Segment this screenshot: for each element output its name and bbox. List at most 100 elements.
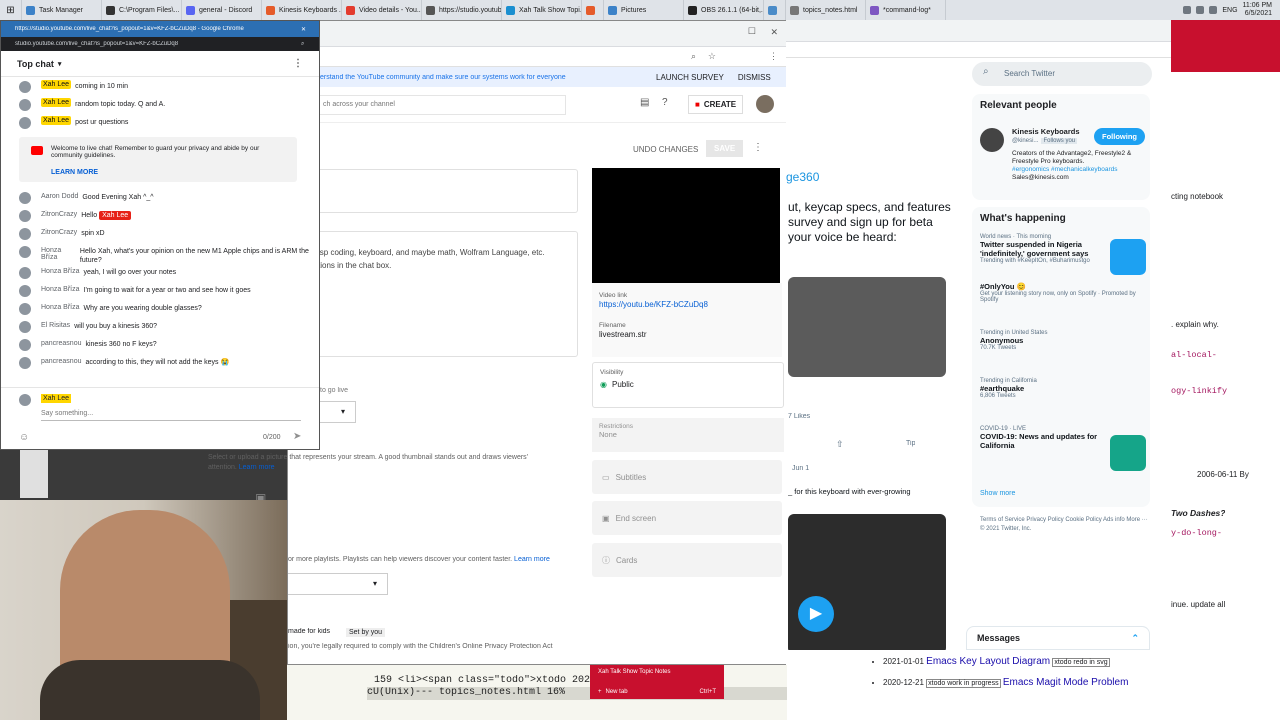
twitter-urlbar[interactable] xyxy=(786,42,1171,58)
chat-author[interactable]: ZitronCrazy xyxy=(41,211,77,218)
following-button[interactable]: Following xyxy=(1094,128,1145,145)
kinesis-link[interactable]: ge360 xyxy=(786,170,819,184)
trend-item[interactable]: World news · This morning Twitter suspend… xyxy=(972,230,1110,278)
save-button[interactable]: SAVE xyxy=(706,140,744,157)
likes-count[interactable]: 7 Likes xyxy=(788,413,810,420)
taskbar-item[interactable]: topics_notes.html xyxy=(786,0,866,20)
chat-author[interactable]: Xah Lee xyxy=(41,98,72,107)
thumbnail-help: Select or upload a picture that represen… xyxy=(208,454,529,471)
tray-icon[interactable] xyxy=(1183,6,1192,14)
video-preview[interactable] xyxy=(592,168,780,283)
chat-author[interactable]: ZitronCrazy xyxy=(41,229,77,236)
chat-author[interactable]: Honza Bříza xyxy=(41,304,80,311)
maximize-icon[interactable]: ☐ xyxy=(748,26,756,37)
taskbar-item[interactable]: C:\Program Files\... xyxy=(102,0,182,20)
taskbar-item[interactable]: OBS 26.1.1 (64-bit,... xyxy=(684,0,764,20)
top-chat-dropdown[interactable]: Top chat xyxy=(17,59,54,69)
taskbar-item[interactable]: general - Discord xyxy=(182,0,262,20)
trend-item[interactable]: COVID-19 · LIVE COVID-19: News and update… xyxy=(972,422,1110,470)
chat-message: pancreasnou according to this, they will … xyxy=(1,355,319,373)
composer-author: Xah Lee xyxy=(41,394,72,403)
subtitles-button[interactable]: ▭ Subtitles xyxy=(592,460,782,494)
show-more-link[interactable]: Show more xyxy=(980,490,1015,497)
banner-text: erstand the YouTube community and make s… xyxy=(320,73,566,81)
message-icon[interactable]: ▤ xyxy=(640,97,649,108)
topic-link[interactable]: Emacs Magit Mode Problem xyxy=(1003,677,1129,688)
kinesis-avatar[interactable] xyxy=(980,128,1004,152)
dropdown-arrow-icon[interactable]: ▾ xyxy=(58,60,62,68)
chat-author[interactable]: Xah Lee xyxy=(41,80,72,89)
tray-icon[interactable] xyxy=(1196,6,1205,14)
tray-icon[interactable] xyxy=(1209,6,1218,14)
desktop-icon[interactable] xyxy=(20,450,48,498)
taskbar-item[interactable]: Pictures xyxy=(604,0,684,20)
description-field[interactable]: isp coding, keyboard, and maybe math, Wo… xyxy=(288,231,578,357)
more-icon[interactable]: ⋮ xyxy=(769,51,778,62)
trend-item[interactable]: Trending in United States Anonymous 70.7K … xyxy=(972,326,1150,374)
chat-author[interactable]: Aaron Dodd xyxy=(41,193,78,200)
chat-author[interactable]: pancreasnou xyxy=(41,340,81,347)
undo-changes-button[interactable]: UNDO CHANGES xyxy=(633,145,698,154)
messages-drawer[interactable]: Messages ⌃ xyxy=(966,626,1150,650)
zoom-icon[interactable]: ⌕ xyxy=(301,41,304,48)
taskbar-item[interactable]: *command-log* xyxy=(866,0,946,20)
close-icon[interactable]: ✕ xyxy=(301,26,306,33)
trend-item[interactable]: #OnlyYou 😊 Get your listening story now, … xyxy=(972,278,1150,326)
chat-author[interactable]: Xah Lee xyxy=(41,116,72,125)
account-avatar[interactable] xyxy=(756,95,774,113)
taskbar-item[interactable]: Task Manager xyxy=(22,0,102,20)
chat-author[interactable]: pancreasnou xyxy=(41,358,81,365)
launch-survey-button[interactable]: LAUNCH SURVEY xyxy=(656,73,724,82)
more-options-icon[interactable]: ⋮ xyxy=(293,58,303,69)
chat-message-input[interactable]: Say something... xyxy=(41,410,301,421)
send-icon[interactable]: ➤ xyxy=(293,431,301,442)
chevron-up-icon[interactable]: ⌃ xyxy=(1131,633,1139,644)
play-icon[interactable]: ▶ xyxy=(798,596,834,632)
person-name[interactable]: Kinesis Keyboards xyxy=(1012,127,1080,136)
chat-author[interactable]: Honza Bříza xyxy=(41,268,80,275)
chat-message: Xah Lee random topic today. Q and A. xyxy=(1,97,319,115)
tab-title[interactable]: Xah Talk Show Topic Notes xyxy=(598,667,716,677)
star-icon[interactable]: ☆ xyxy=(708,51,716,62)
title-field[interactable] xyxy=(288,169,578,213)
studio-search-input[interactable]: ch across your channel xyxy=(316,95,566,115)
new-tab-button[interactable]: New tab xyxy=(606,687,628,697)
topic-link[interactable]: Emacs Key Layout Diagram xyxy=(926,656,1050,667)
taskbar-item[interactable]: Xah Talk Show Topi... xyxy=(502,0,582,20)
learn-more-link[interactable]: LEARN MORE xyxy=(51,169,287,176)
start-button[interactable]: ⊞ xyxy=(0,0,22,20)
video-thumbnail[interactable]: ▶ xyxy=(788,514,946,654)
more-options-icon[interactable]: ⋮ xyxy=(753,142,763,153)
dismiss-button[interactable]: DISMISS xyxy=(738,73,771,82)
video-link[interactable]: https://youtu.be/KFZ-bCZuDq8 xyxy=(599,300,775,309)
playlist-learn-more-link[interactable]: Learn more xyxy=(514,556,550,563)
keyboard-image[interactable] xyxy=(788,277,946,377)
playlist-select[interactable]: ▾ xyxy=(288,573,388,595)
search-icon[interactable]: ⌕ xyxy=(691,51,696,62)
language-indicator[interactable]: ENG xyxy=(1222,7,1237,14)
cards-button[interactable]: ⓘ Cards xyxy=(592,543,782,577)
taskbar-item[interactable]: Kinesis Keyboards ... xyxy=(262,0,342,20)
end-screen-button[interactable]: ▣ End screen xyxy=(592,501,782,535)
help-icon[interactable]: ? xyxy=(662,97,668,108)
tip-button[interactable]: Tip xyxy=(906,440,915,447)
taskbar-item[interactable] xyxy=(582,0,604,20)
close-icon[interactable]: ✕ xyxy=(770,27,778,38)
visibility-select[interactable]: Visibility ◉ Public xyxy=(592,362,784,408)
taskbar-item[interactable] xyxy=(764,0,786,20)
share-icon[interactable]: ⇧ xyxy=(836,439,844,450)
thumbnail-learn-more-link[interactable]: Learn more xyxy=(239,464,275,471)
emoji-icon[interactable]: ☺ xyxy=(19,432,29,443)
topic-item: 2020-12-21 xtodo work in progress Emacs … xyxy=(883,677,1171,688)
trend-item[interactable]: Trending in California #earthquake 6,806 T… xyxy=(972,374,1150,422)
twitter-search-input[interactable]: Search Twitter xyxy=(972,62,1152,86)
clock[interactable]: 11:06 PM 6/5/2021 xyxy=(1243,2,1272,18)
chat-urlbar[interactable]: studio.youtube.com/live_chat?is_popout=1… xyxy=(1,37,319,51)
chat-author[interactable]: Honza Bříza xyxy=(41,247,76,261)
taskbar-item[interactable]: Video details - You... xyxy=(342,0,422,20)
emacs-window: 159 <li><span class="todo">xtodo 202 cU(… xyxy=(287,665,787,720)
chat-author[interactable]: Honza Bříza xyxy=(41,286,80,293)
taskbar-item[interactable]: https://studio.youtub... xyxy=(422,0,502,20)
create-button[interactable]: ■ CREATE xyxy=(688,95,744,114)
chat-author[interactable]: El Risitas xyxy=(41,322,70,329)
